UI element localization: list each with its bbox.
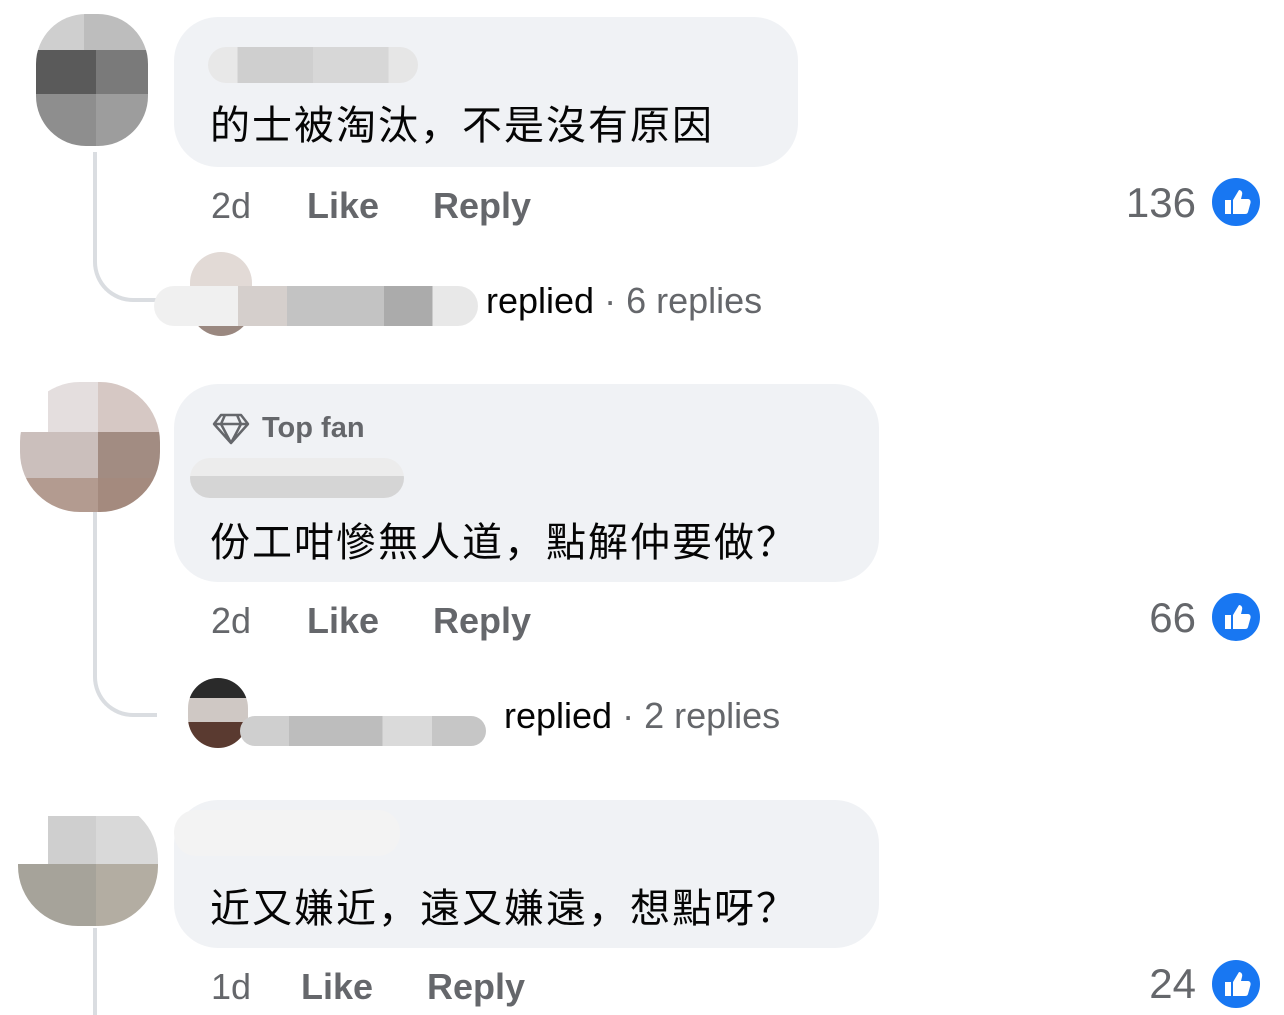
like-button[interactable]: Like xyxy=(307,185,379,227)
replies-count: 2 replies xyxy=(644,695,781,736)
replier-name-blurred[interactable] xyxy=(154,286,478,326)
avatar[interactable] xyxy=(20,382,160,512)
thread-connector xyxy=(93,512,157,717)
diamond-icon xyxy=(212,412,250,446)
author-name-blurred[interactable] xyxy=(174,810,400,856)
replier-name-blurred[interactable] xyxy=(240,716,486,746)
author-name-blurred[interactable] xyxy=(208,47,418,83)
author-name-blurred[interactable] xyxy=(190,458,404,498)
thumbs-up-icon xyxy=(1210,591,1262,643)
reply-button[interactable]: Reply xyxy=(433,600,531,642)
reply-button[interactable]: Reply xyxy=(433,185,531,227)
comment-text: 的士被淘汰，不是沒有原因 xyxy=(210,104,714,148)
like-button[interactable]: Like xyxy=(301,966,373,1008)
like-count[interactable]: 66 xyxy=(1076,594,1196,642)
comment-bubble[interactable]: 近又嫌近，遠又嫌遠，想點呀？ xyxy=(174,800,879,948)
thread-connector xyxy=(93,928,97,1015)
replies-summary[interactable]: replied · 6 replies xyxy=(486,280,762,322)
comment-text: 近又嫌近，遠又嫌遠，想點呀？ xyxy=(210,887,798,931)
thumbs-up-icon xyxy=(1210,958,1262,1010)
replied-label: replied xyxy=(486,280,595,321)
reply-avatar[interactable] xyxy=(188,678,248,748)
comment-time[interactable]: 1d xyxy=(211,966,251,1008)
comment-time[interactable]: 2d xyxy=(211,600,251,642)
separator: · xyxy=(622,695,635,736)
avatar[interactable] xyxy=(18,800,158,926)
separator: · xyxy=(604,280,617,321)
like-count[interactable]: 136 xyxy=(1076,179,1196,227)
thread-connector xyxy=(93,152,157,302)
avatar[interactable] xyxy=(36,14,148,146)
comment-bubble[interactable]: 的士被淘汰，不是沒有原因 xyxy=(174,17,798,167)
comment-time[interactable]: 2d xyxy=(211,185,251,227)
top-fan-badge: Top fan xyxy=(262,412,365,444)
thumbs-up-icon xyxy=(1210,176,1262,228)
replies-summary[interactable]: replied · 2 replies xyxy=(504,695,780,737)
replied-label: replied xyxy=(504,695,613,736)
reply-button[interactable]: Reply xyxy=(427,966,525,1008)
comment-text: 份工咁慘無人道，點解仲要做？ xyxy=(210,521,798,565)
comment-bubble[interactable]: Top fan 份工咁慘無人道，點解仲要做？ xyxy=(174,384,879,582)
replies-count: 6 replies xyxy=(626,280,763,321)
like-count[interactable]: 24 xyxy=(1076,960,1196,1008)
like-button[interactable]: Like xyxy=(307,600,379,642)
